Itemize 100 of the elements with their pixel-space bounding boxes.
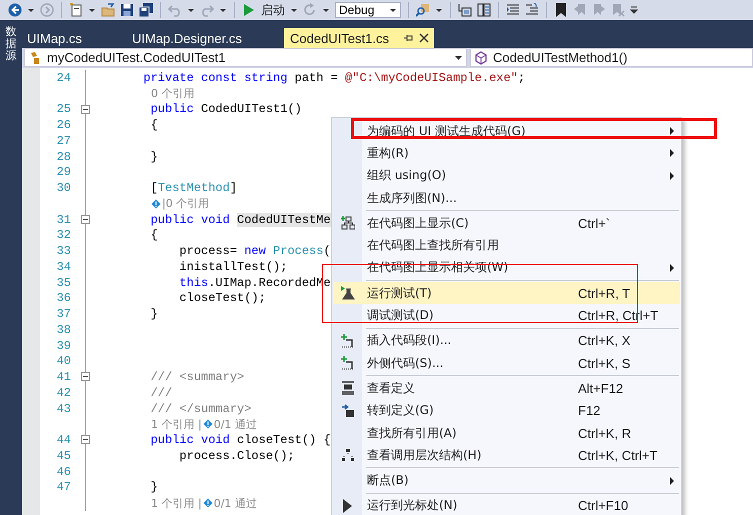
pin-icon[interactable] xyxy=(403,33,413,43)
save-all-icon[interactable] xyxy=(139,3,153,17)
menu-item[interactable]: 查看定义 Alt+F12 xyxy=(333,377,680,400)
line-number: 46 xyxy=(56,464,72,479)
code-line: [TestMethod] xyxy=(150,181,238,196)
graph-icon xyxy=(341,216,355,230)
line-number: 32 xyxy=(56,228,72,242)
menu-item[interactable]: 查找所有引用(A) Ctrl+K, R xyxy=(333,422,680,444)
method-icon xyxy=(475,50,487,64)
code-line: { xyxy=(150,228,158,242)
editor-tab[interactable]: UIMap.Designer.cs xyxy=(129,28,284,48)
open-folder-icon[interactable] xyxy=(101,3,115,17)
code-line: } xyxy=(150,480,158,494)
peek-definition-icon xyxy=(341,381,355,396)
code-line: /// </summary> xyxy=(150,402,252,416)
line-number: 27 xyxy=(56,134,72,148)
new-project-icon[interactable] xyxy=(69,3,83,17)
start-button[interactable]: 启动 xyxy=(261,2,285,18)
editor-tab[interactable]: UIMap.cs xyxy=(24,28,129,48)
code-line: } xyxy=(150,307,158,322)
line-number: 30 xyxy=(56,181,72,196)
flask-icon xyxy=(341,286,355,300)
start-icon[interactable] xyxy=(242,3,256,17)
dropdown-caret-icon[interactable] xyxy=(322,7,330,13)
class-icon xyxy=(29,50,41,64)
go-to-definition-icon xyxy=(341,404,355,418)
menu-item[interactable]: 生成序列图(N)... xyxy=(333,186,680,210)
dropdown-caret-icon[interactable] xyxy=(219,7,227,13)
dropdown-caret-icon[interactable] xyxy=(290,7,298,13)
collapse-icon[interactable] xyxy=(81,435,90,444)
line-number: 47 xyxy=(56,480,72,494)
dropdown-caret-icon[interactable] xyxy=(88,7,96,13)
menu-item[interactable]: 组织 using(O) xyxy=(333,164,680,187)
menu-item[interactable]: 运行测试(T) Ctrl+R, T xyxy=(333,282,680,304)
find-icon[interactable] xyxy=(416,3,430,17)
code-line: } xyxy=(150,150,158,164)
line-number: 43 xyxy=(56,402,72,416)
line-number: 28 xyxy=(56,150,72,164)
properties-icon[interactable] xyxy=(477,3,491,17)
menu-item[interactable]: 在代码图上显示(C) Ctrl+` xyxy=(333,212,680,234)
menu-item[interactable]: 重构(R) xyxy=(333,142,680,165)
code-line: /// xyxy=(150,386,172,400)
dropdown-caret-icon[interactable] xyxy=(27,7,35,13)
line-number: 42 xyxy=(56,386,72,400)
save-icon[interactable] xyxy=(120,3,134,17)
line-number: 38 xyxy=(56,322,72,337)
indent-icon[interactable] xyxy=(506,3,520,17)
dropdown-caret-icon[interactable] xyxy=(435,7,443,13)
line-number: 40 xyxy=(56,354,72,368)
line-number: 41 xyxy=(56,370,72,384)
code-line: public CodedUITest1() xyxy=(150,102,302,116)
dropdown-caret-icon[interactable] xyxy=(389,7,397,13)
test-status-icon[interactable] xyxy=(202,419,213,430)
close-icon[interactable] xyxy=(419,33,429,43)
line-number: 34 xyxy=(56,260,72,274)
hierarchy-icon xyxy=(341,448,355,462)
menu-item[interactable]: 插入代码段(I)... Ctrl+K, X xyxy=(333,330,680,352)
type-dropdown[interactable]: myCodedUITest.CodedUITest1 xyxy=(24,48,467,67)
line-number: 29 xyxy=(56,165,72,180)
collapse-icon[interactable] xyxy=(81,372,90,382)
code-line: process= new Process( xyxy=(178,244,331,258)
code-line: public void closeTest() { xyxy=(150,433,331,448)
code-lens-text[interactable]: 0/1 通过 xyxy=(214,496,257,511)
line-number: 36 xyxy=(56,291,72,306)
editor-tab[interactable]: CodedUITest1.cs xyxy=(284,28,434,48)
menu-item[interactable]: 运行到光标处(N) Ctrl+F10 xyxy=(333,494,680,515)
menu-item[interactable]: 转到定义(G) F12 xyxy=(333,400,680,422)
line-number: 45 xyxy=(56,448,72,463)
collapse-icon[interactable] xyxy=(81,104,90,114)
test-status-icon[interactable] xyxy=(202,498,213,508)
line-number: 37 xyxy=(56,307,72,322)
menu-item[interactable]: 查看调用层次结构(H) Ctrl+K, Ctrl+T xyxy=(333,444,680,466)
line-number: 26 xyxy=(56,118,72,132)
code-line: closeTest(); xyxy=(178,291,266,306)
line-number: 39 xyxy=(56,338,72,353)
back-icon[interactable] xyxy=(8,3,22,17)
test-status-icon[interactable] xyxy=(151,198,161,209)
dropdown-caret-icon[interactable] xyxy=(455,56,462,60)
menu-item[interactable]: 外侧代码(S)... Ctrl+K, S xyxy=(333,352,680,374)
collapse-icon[interactable] xyxy=(81,214,90,224)
configuration-dropdown[interactable]: Debug xyxy=(335,2,401,18)
line-number: 31 xyxy=(56,212,72,227)
line-number: 24 xyxy=(56,70,72,85)
comment-icon[interactable] xyxy=(525,3,539,17)
dropdown-caret-icon[interactable] xyxy=(187,7,195,13)
menu-item[interactable]: 断点(B) xyxy=(333,469,680,492)
code-line: private const string path = @"C:\myCodeUISample.exe"; xyxy=(142,70,526,85)
menu-item[interactable]: 在代码图上查找所有引用 xyxy=(333,234,680,257)
class-view-icon[interactable] xyxy=(458,3,472,17)
bookmark-icon[interactable] xyxy=(554,3,568,17)
code-lens-text[interactable]: 0/1 通过 xyxy=(214,416,257,432)
line-number: 44 xyxy=(56,433,72,448)
code-line: public void CodedUITestMe xyxy=(150,212,331,227)
code-line: { xyxy=(150,118,158,132)
snippet-icon xyxy=(341,356,355,370)
code-line: process.Close(); xyxy=(178,448,295,463)
member-dropdown[interactable]: CodedUITestMethod1() xyxy=(470,48,753,67)
overflow-icon[interactable] xyxy=(630,5,638,15)
side-panel-tab[interactable]: 数据源 xyxy=(6,26,16,62)
line-number: 33 xyxy=(56,244,72,258)
